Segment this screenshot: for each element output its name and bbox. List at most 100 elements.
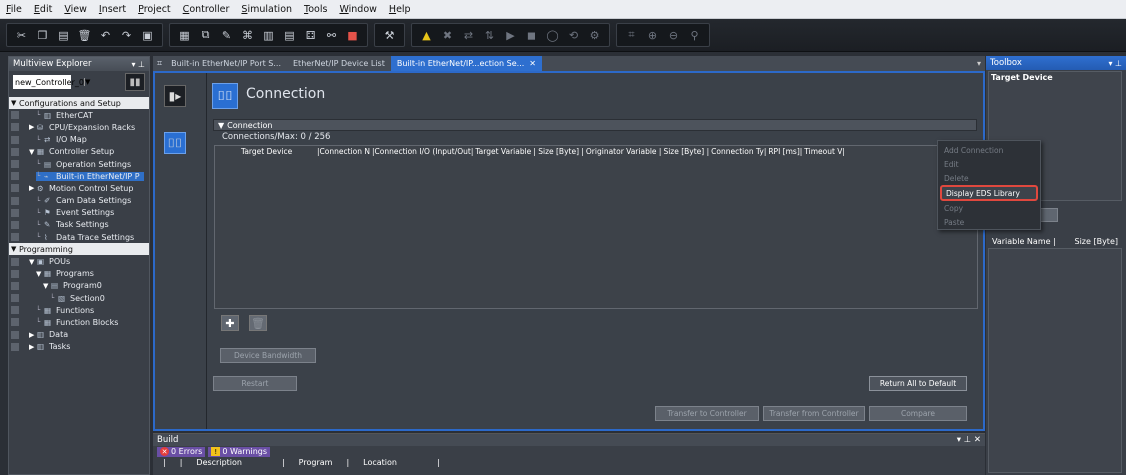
column-header[interactable]: Originator Variable | [586,147,664,156]
pin-icon[interactable]: ▾ ⊥ [1108,59,1122,68]
controller-combo[interactable]: new_Controller_0 ▼ [13,75,90,89]
add-connection-button[interactable]: ✚ [221,315,239,331]
redo-icon[interactable]: ↷ [118,27,135,44]
column-header[interactable]: Connection Ty| [711,147,768,156]
column-header[interactable]: Target Device [215,147,317,156]
menu-window[interactable]: Window [339,4,376,15]
menu-project[interactable]: Project [138,4,171,15]
tree-item[interactable]: └ ⌁ Built-in EtherNet/IP P [9,170,149,182]
column-header[interactable]: Timeout V| [804,147,847,156]
return-all-to-default-button[interactable]: Return All to Default [869,376,967,391]
menu-tools[interactable]: Tools [304,4,327,15]
menu-view[interactable]: View [64,4,87,15]
tab-device-list[interactable]: EtherNet/IP Device List [287,56,391,71]
tree-item[interactable]: └ ⚑ Event Settings [9,207,149,219]
copy-icon[interactable]: ❐ [34,27,51,44]
tree-item[interactable]: └ ▦ Functions [9,304,149,316]
warnings-filter-button[interactable]: ! 0 Warnings [208,446,271,457]
tree-section[interactable]: ▼ Programming [9,243,149,256]
cut-icon[interactable]: ✂ [13,27,30,44]
tree-item[interactable]: ▶ ▥ Data [9,329,149,341]
context-menu-item[interactable]: Display EDS Library [940,185,1038,201]
zoom-out-icon[interactable]: ⊖ [665,27,682,44]
pin-icon[interactable]: ▾ ⊥ ✕ [957,435,981,445]
tree-icon[interactable]: ⚃ [302,27,319,44]
compare-button[interactable]: Compare [869,406,967,421]
tab-connection-settings[interactable]: Built-in EtherNet/IP...ection Se... ✕ [390,56,542,71]
expanded-arrow-icon[interactable]: ▼ [29,258,37,266]
grid-icon[interactable]: ▥ [260,27,277,44]
variable-name-column[interactable]: Variable Name | [992,237,1056,246]
window-icon[interactable]: ⧉ [197,27,214,44]
tree-item[interactable]: └ ▤ Operation Settings [9,158,149,170]
expanded-arrow-icon[interactable]: ▼ [29,148,37,156]
tree-item[interactable]: ▶ ▥ Tasks [9,341,149,353]
context-menu-item[interactable]: Add Connection [940,143,1038,157]
tree-item[interactable]: ▼ ▦ Controller Setup [9,146,149,158]
column-header[interactable]: Size [Byte] | [663,147,711,156]
tree-item[interactable]: └ ⌇ Data Trace Settings [9,231,149,243]
menu-edit[interactable]: Edit [34,4,52,15]
description-column[interactable]: Description [196,458,242,467]
collapsed-arrow-icon[interactable]: ▶ [29,184,37,192]
controller-status-icon[interactable]: ▮▮ [125,73,145,91]
expanded-arrow-icon[interactable]: ▼ [43,282,51,290]
column-header[interactable]: |Connection N [317,147,372,156]
delete-icon[interactable]: 🗑 [76,27,93,44]
paste-icon[interactable]: ▤ [55,27,72,44]
tree-item[interactable]: └ ⇄ I/O Map [9,134,149,146]
table-icon[interactable]: ▤ [281,27,298,44]
menu-controller[interactable]: Controller [183,4,230,15]
connection-table[interactable]: Target Device |Connection N |Connection … [214,145,978,309]
context-menu-item[interactable]: Edit [940,157,1038,171]
tree-item[interactable]: └ ▧ Section0 [9,292,149,304]
device-view-icon[interactable]: ▮▸ [164,85,186,107]
expanded-arrow-icon[interactable]: ▼ [36,270,44,278]
view-icon[interactable]: ▦ [176,27,193,44]
toolbox-action-button[interactable] [1040,208,1058,222]
tab-port-settings[interactable]: Built-in EtherNet/IP Port S... [165,56,287,71]
connection-view-icon[interactable]: ⌷⌷ [164,132,186,154]
collapsed-arrow-icon[interactable]: ▶ [29,331,37,339]
collapsed-arrow-icon[interactable]: ▶ [29,123,37,131]
size-column[interactable]: Size [Byte] [1075,237,1119,246]
transfer-to-controller-button[interactable]: Transfer to Controller [655,406,759,421]
sync-icon[interactable]: ⇄ [460,27,477,44]
stop-icon[interactable]: ◼ [523,27,540,44]
transfer-from-controller-button[interactable]: Transfer from Controller [763,406,865,421]
context-menu-item[interactable]: Copy [940,201,1038,215]
column-header[interactable]: |Connection I/O (Input/Out| [372,147,475,156]
zoom-in-icon[interactable]: ⊕ [644,27,661,44]
tool-icon[interactable]: ✎ [218,27,235,44]
watch-icon[interactable]: ⚲ [686,27,703,44]
run-icon[interactable]: ▶ [502,27,519,44]
network-icon[interactable]: ⌘ [239,27,256,44]
tabs-dropdown-icon[interactable]: ▾ [977,59,981,68]
tree-item[interactable]: ▼ ▣ POUs [9,255,149,267]
record-icon[interactable]: ■ [344,27,361,44]
expanded-arrow-icon[interactable]: ▼ [11,99,19,107]
tree-item[interactable]: └ ✎ Task Settings [9,219,149,231]
online-warning-icon[interactable]: ▲ [418,27,435,44]
tree-item[interactable]: ▼ ▤ Program0 [9,280,149,292]
menu-simulation[interactable]: Simulation [241,4,292,15]
offline-icon[interactable]: ✖ [439,27,456,44]
collapsed-arrow-icon[interactable]: ▶ [29,343,37,351]
tree-section[interactable]: ▼ Configurations and Setup [9,97,149,110]
column-header[interactable]: RPI [ms]| [768,147,804,156]
tree-item[interactable]: ▶ ⚙ Motion Control Setup [9,182,149,194]
menu-insert[interactable]: Insert [99,4,126,15]
tree-item[interactable]: └ ▥ EtherCAT [9,109,149,121]
connection-section-header[interactable]: ▼ Connection [213,119,977,131]
restart-button[interactable]: Restart [213,376,297,391]
context-menu-item[interactable]: Delete [940,171,1038,185]
tree-item[interactable]: └ ▦ Function Blocks [9,316,149,328]
undo-icon[interactable]: ↶ [97,27,114,44]
tree-item[interactable]: ▶ ⛁ CPU/Expansion Racks [9,121,149,133]
pin-icon[interactable]: ▾ ⊥ [131,60,145,69]
column-header[interactable]: Target Variable [475,147,533,156]
errors-filter-button[interactable]: ✕ 0 Errors [157,446,206,457]
reset-icon[interactable]: ⟲ [565,27,582,44]
close-tab-icon[interactable]: ✕ [529,59,536,68]
fit-icon[interactable]: ⌗ [623,27,640,44]
